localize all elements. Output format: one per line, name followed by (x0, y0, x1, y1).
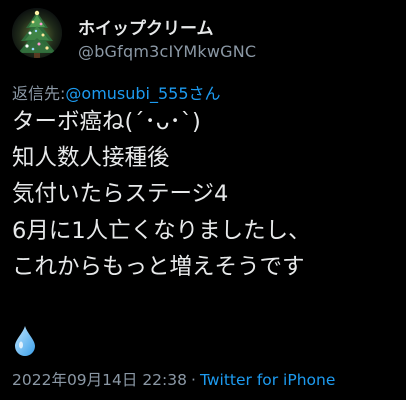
tweet-source-link[interactable]: Twitter for iPhone (200, 371, 335, 389)
tweet-timestamp[interactable]: 2022年09月14日 22:38 (12, 371, 187, 389)
user-handle[interactable]: @bGfqm3cIYMkwGNC (78, 42, 256, 61)
tweet-meta: 2022年09月14日 22:38 · Twitter for iPhone (12, 368, 335, 390)
christmas-tree-icon (12, 8, 62, 58)
reply-mention-link[interactable]: @omusubi_555さん (65, 84, 220, 103)
tweet-text-line: 気付いたらステージ4 (12, 181, 229, 208)
droplet-icon (14, 325, 36, 357)
tweet-text-line: これからもっと増えそうです (12, 253, 305, 280)
user-avatar[interactable] (12, 8, 62, 58)
tweet-text-line: 知人数人接種後 (12, 145, 170, 172)
meta-separator: · (191, 371, 196, 389)
replying-to: 返信先:@omusubi_555さん (12, 80, 221, 104)
tweet-card: ホイップクリーム @bGfqm3cIYMkwGNC 返信先:@omusubi_5… (0, 0, 406, 400)
tweet-text-line: 6月に1人亡くなりましたし、 (12, 217, 311, 244)
display-name[interactable]: ホイップクリーム (78, 14, 214, 39)
replying-to-label: 返信先: (12, 84, 66, 103)
tweet-text-line: ターボ癌ね(´･ᴗ･`) (12, 109, 201, 135)
tweet-text: ターボ癌ね(´･ᴗ･`) 知人数人接種後 気付いたらステージ4 6月に1人亡くな… (12, 104, 402, 285)
